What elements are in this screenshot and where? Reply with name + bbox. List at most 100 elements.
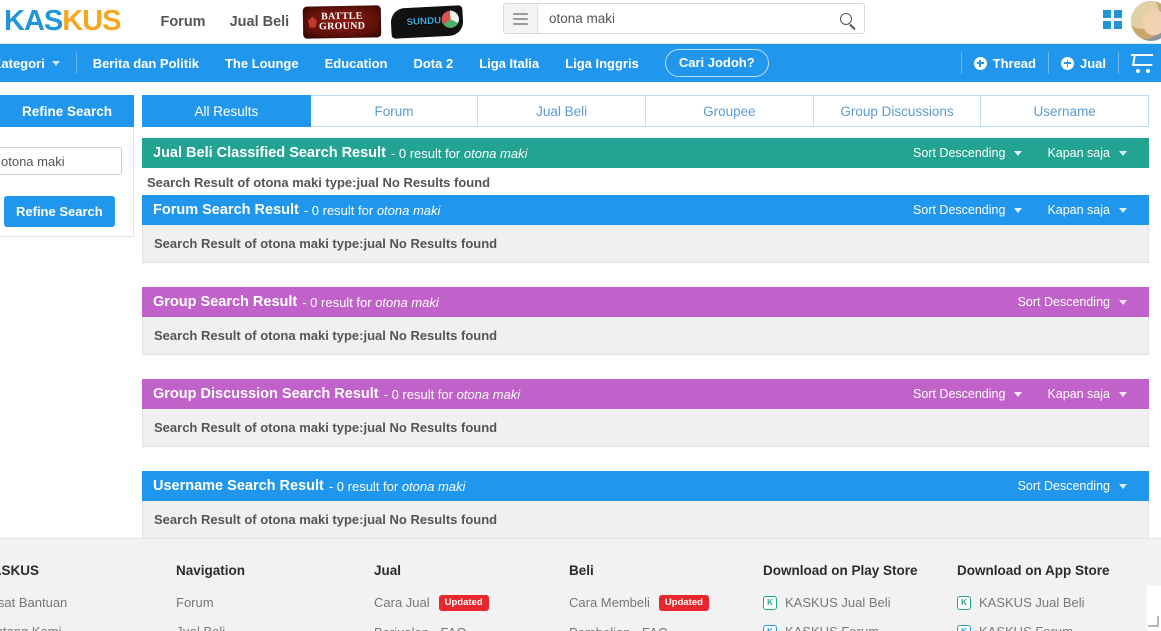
refine-search-button[interactable]: Refine Search — [4, 196, 115, 227]
footer-link-label: Cara Membeli — [569, 595, 650, 611]
sundul-italia-banner[interactable]: SUNDUL — [390, 4, 464, 39]
footer-link[interactable]: Pusat Bantuan — [0, 595, 67, 610]
search-icon — [840, 12, 852, 25]
nav-item-education[interactable]: Education — [325, 56, 388, 71]
sort-order-dropdown[interactable]: Sort Descending — [913, 203, 1023, 217]
result-title: Group Discussion Search Result — [153, 386, 379, 402]
footer-column-heading: KASKUS — [0, 563, 40, 578]
apps-grid-icon[interactable] — [1103, 10, 1123, 30]
sort-order-label: Sort Descending — [913, 387, 1006, 401]
result-count-prefix: - 0 result for — [383, 386, 457, 402]
create-jual-button[interactable]: Jual — [1060, 55, 1106, 71]
footer-column-heading: Beli — [569, 563, 594, 578]
footer-link[interactable]: K KASKUS Forum — [763, 624, 918, 631]
footer-link[interactable]: K KASKUS Forum — [957, 624, 1110, 631]
top-nav-forum[interactable]: Forum — [160, 14, 205, 30]
result-title: Group Search Result — [153, 294, 298, 310]
nav-item-dota-2[interactable]: Dota 2 — [413, 56, 453, 71]
nav-item-cari-jodoh[interactable]: Cari Jodoh? — [664, 49, 769, 77]
result-query: otona maki — [456, 386, 521, 402]
result-query: otona maki — [401, 478, 466, 494]
result-count-prefix: - 0 result for — [390, 145, 464, 161]
sort-order-label: Sort Descending — [1017, 295, 1110, 309]
result-query: otona maki — [376, 202, 441, 218]
result-block: Username Search Result - 0 result for oto… — [142, 471, 1149, 539]
footer-link[interactable]: Tentang Kami — [0, 624, 67, 631]
footer-column-heading: Jual — [374, 563, 402, 578]
tab-jual-beli[interactable]: Jual Beli — [478, 95, 647, 127]
updated-badge: Updated — [658, 595, 709, 611]
tab-label: Jual Beli — [536, 103, 588, 119]
footer-link-label: Pusat Bantuan — [0, 595, 68, 610]
time-range-dropdown[interactable]: Kapan saja — [1047, 146, 1127, 160]
result-title: Forum Search Result — [153, 202, 299, 218]
footer-link-label: Berjualan - FAQ — [374, 625, 467, 631]
footer-link[interactable]: Berjualan - FAQ — [374, 625, 489, 631]
tab-label: Groupee — [703, 103, 756, 119]
tab-group-discussions[interactable]: Group Discussions — [813, 95, 982, 127]
nav-action-divider-3 — [1118, 52, 1119, 74]
footer-column: KASKUS Pusat Bantuan Tentang Kami — [0, 563, 67, 631]
result-title: Jual Beli Classified Search Result — [153, 145, 386, 161]
sort-order-dropdown[interactable]: Sort Descending — [913, 146, 1023, 160]
footer-column: Download on App Store KKASKUS Jual Beli KK… — [957, 563, 1110, 631]
tab-username[interactable]: Username — [981, 95, 1150, 127]
result-header: Jual Beli Classified Search Result - 0 re… — [142, 138, 1149, 168]
footer-link[interactable]: K KASKUS Jual Beli — [957, 595, 1110, 610]
sort-order-dropdown[interactable]: Sort Descending — [1018, 295, 1127, 309]
time-range-dropdown[interactable]: Kapan saja — [1047, 203, 1127, 217]
result-count: - 0 result for otona maki — [302, 295, 439, 310]
footer-column-heading: Download on App Store — [957, 563, 1110, 578]
app-icon-green: K — [763, 595, 777, 610]
logo-part-1: KAS — [4, 5, 63, 37]
tab-groupee[interactable]: Groupee — [646, 95, 814, 127]
footer-column: Navigation Forum Jual Beli — [176, 563, 245, 631]
search-results-page: KASKUS Forum Jual Beli BATTLE GROUND SUN… — [0, 0, 1161, 631]
search-input[interactable] — [538, 11, 828, 26]
search-button[interactable] — [828, 4, 864, 33]
result-empty-message: Search Result of otona maki type:jual No… — [142, 409, 1149, 447]
top-nav-jual-beli[interactable]: Jual Beli — [230, 14, 290, 30]
nav-kategori[interactable]: Kategori — [0, 56, 60, 71]
tab-all-results[interactable]: All Results — [142, 95, 311, 127]
footer-column: Download on Play Store K KASKUS Jual Beli K… — [763, 563, 918, 631]
result-header: Username Search Result - 0 result for oto… — [142, 471, 1149, 501]
result-count-prefix: - 0 result for — [302, 294, 376, 310]
footer-column-heading: Download on Play Store — [763, 563, 918, 578]
footer-link[interactable]: Forum — [176, 595, 245, 610]
results-tabs: All Results Forum Jual Beli Groupee Group Di… — [142, 95, 1150, 127]
logo-part-2: KUS — [62, 5, 121, 37]
footer-link[interactable]: Jual Beli — [176, 624, 245, 631]
result-empty-message: Search Result of otona maki type:jual No… — [142, 317, 1149, 355]
time-range-dropdown[interactable]: Kapan saja — [1047, 387, 1127, 401]
nav-item-the-lounge[interactable]: The Lounge — [225, 56, 299, 71]
sort-order-dropdown[interactable]: Sort Descending — [1018, 479, 1127, 493]
nav-item-liga-inggris[interactable]: Liga Inggris — [565, 56, 639, 71]
nav-item-liga-italia[interactable]: Liga Italia — [479, 56, 539, 71]
hamburger-icon[interactable] — [504, 4, 538, 33]
nav-item-berita-dan-politik[interactable]: Berita dan Politik — [93, 56, 199, 71]
site-footer: KASKUS Pusat Bantuan Tentang Kami Navigatio… — [0, 538, 1161, 631]
footer-link-label: KASKUS Forum — [785, 624, 879, 631]
scroll-corner[interactable] — [1147, 586, 1161, 631]
battleground-banner[interactable]: BATTLE GROUND — [302, 4, 382, 39]
avatar[interactable] — [1131, 1, 1161, 41]
tab-forum[interactable]: Forum — [310, 95, 479, 127]
refine-search-input[interactable] — [0, 147, 122, 175]
header-search-bar[interactable] — [503, 3, 865, 34]
footer-link[interactable]: Cara Membeli Updated — [569, 595, 709, 611]
footer-link[interactable]: Pembelian - FAQ — [569, 625, 709, 631]
create-jual-label: Jual — [1079, 55, 1106, 71]
result-header: Group Discussion Search Result - 0 result… — [142, 379, 1149, 409]
sort-order-label: Sort Descending — [913, 203, 1006, 217]
footer-link[interactable]: K KASKUS Jual Beli — [763, 595, 918, 610]
sort-order-dropdown[interactable]: Sort Descending — [913, 387, 1023, 401]
cart-icon[interactable] — [1131, 53, 1155, 73]
footer-link-label: Pembelian - FAQ — [569, 625, 668, 631]
create-thread-button[interactable]: Thread — [973, 56, 1036, 71]
footer-link[interactable]: Cara Jual Updated — [374, 595, 489, 611]
kaskus-logo[interactable]: KASKUS — [4, 5, 121, 37]
footer-column-heading: Navigation — [176, 563, 246, 578]
